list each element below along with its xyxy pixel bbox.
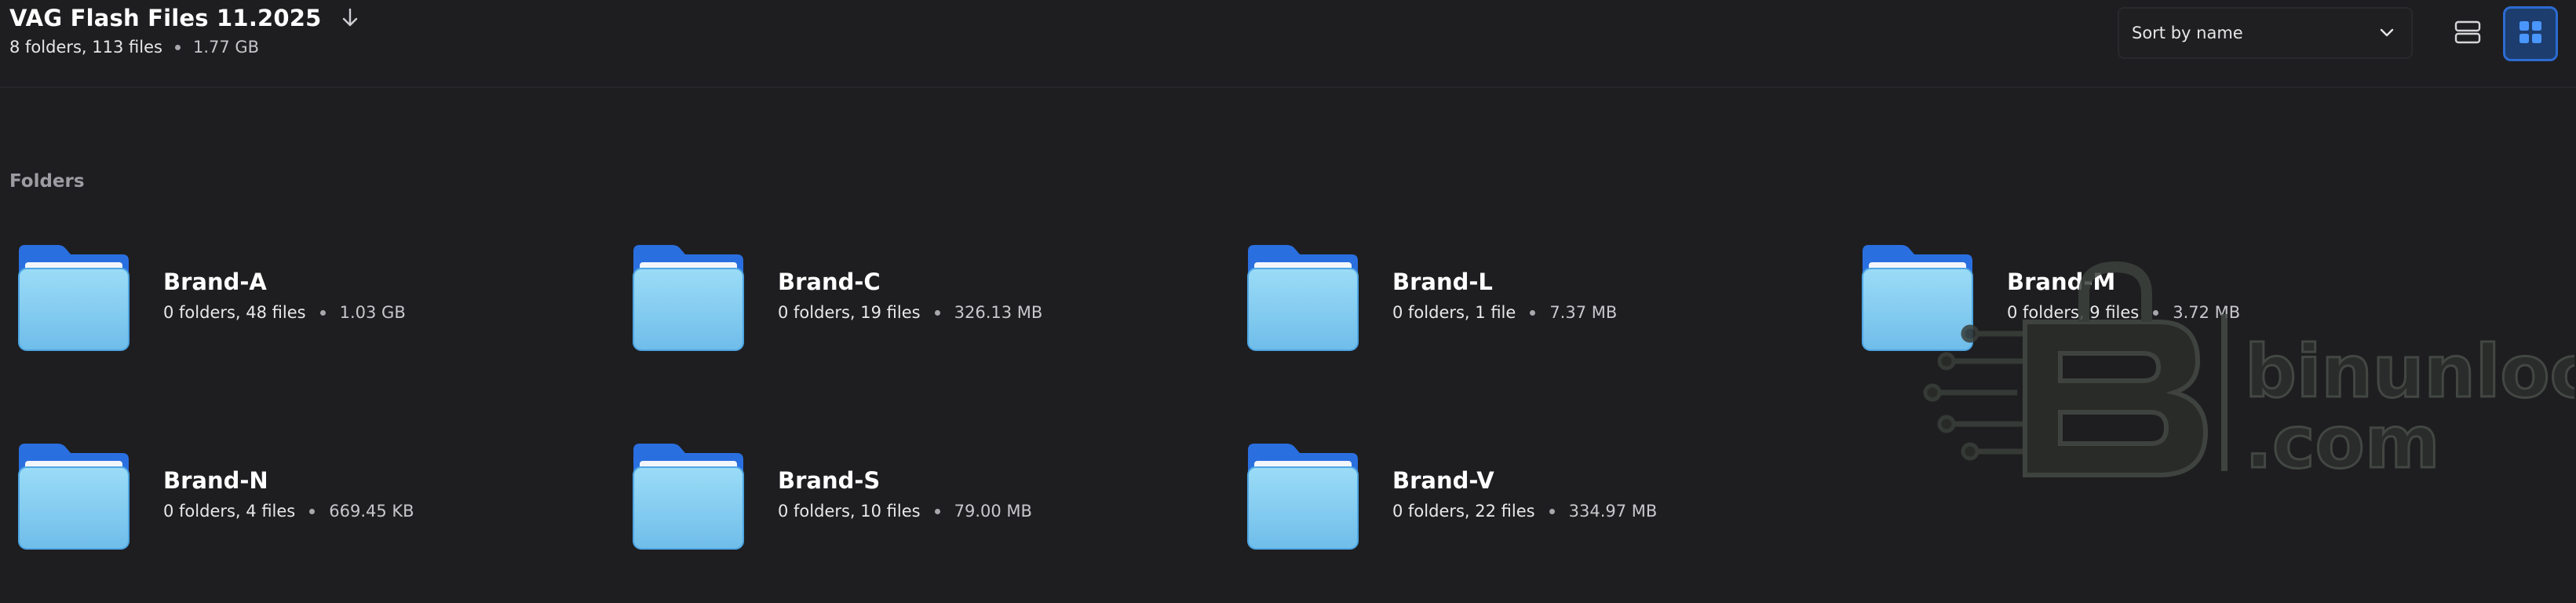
folder-name: Brand-M xyxy=(2007,269,2116,295)
separator-dot xyxy=(934,508,940,514)
folder-stats: 0 folders, 4 files xyxy=(163,502,296,521)
folder-card[interactable]: Brand-C 0 folders, 19 files 326.13 MB xyxy=(627,234,1042,356)
watermark-text-1: binunlock xyxy=(2245,330,2574,414)
folder-name: Brand-L xyxy=(1392,269,1493,295)
folder-icon xyxy=(1856,234,1979,356)
watermark-text-2: .com xyxy=(2245,400,2440,484)
folder-size: 1.03 GB xyxy=(339,303,406,322)
folder-icon xyxy=(627,234,750,356)
folder-card[interactable]: Brand-L 0 folders, 1 file 7.37 MB xyxy=(1242,234,1617,356)
folder-card[interactable]: Brand-V 0 folders, 22 files 334.97 MB xyxy=(1242,433,1657,555)
list-view-button[interactable] xyxy=(2440,6,2495,61)
folder-name: Brand-A xyxy=(163,269,267,295)
folder-stats: 0 folders, 19 files xyxy=(778,303,921,322)
folder-card[interactable]: Brand-S 0 folders, 10 files 79.00 MB xyxy=(627,433,1032,555)
folder-size: 3.72 MB xyxy=(2173,303,2241,322)
section-label-folders: Folders xyxy=(9,171,85,192)
folder-icon xyxy=(627,433,750,555)
folder-icon xyxy=(1242,234,1364,356)
folder-name: Brand-V xyxy=(1392,467,1494,494)
page-title: VAG Flash Files 11.2025 xyxy=(9,5,322,31)
separator-dot xyxy=(174,44,181,50)
folder-stats: 0 folders, 9 files xyxy=(2007,303,2140,322)
summary-size: 1.77 GB xyxy=(192,38,260,57)
folder-size: 7.37 MB xyxy=(1549,303,1618,322)
header: VAG Flash Files 11.2025 8 folders, 113 f… xyxy=(0,0,2576,88)
separator-dot xyxy=(1549,508,1555,514)
folder-stats: 0 folders, 48 files xyxy=(163,303,306,322)
folder-name: Brand-S xyxy=(778,467,881,494)
separator-dot xyxy=(319,309,326,316)
folder-size: 326.13 MB xyxy=(954,303,1043,322)
title-row: VAG Flash Files 11.2025 xyxy=(9,5,361,31)
folder-summary: 8 folders, 113 files 1.77 GB xyxy=(9,38,259,57)
folder-stats: 0 folders, 10 files xyxy=(778,502,921,521)
folder-size: 334.97 MB xyxy=(1568,502,1658,521)
folder-icon xyxy=(1242,433,1364,555)
folder-stats: 0 folders, 22 files xyxy=(1392,502,1535,521)
grid-view-icon xyxy=(2518,20,2543,48)
chevron-down-icon xyxy=(2380,26,2394,41)
folder-card[interactable]: Brand-A 0 folders, 48 files 1.03 GB xyxy=(13,234,406,356)
summary-stats: 8 folders, 113 files xyxy=(9,38,162,57)
folder-name: Brand-C xyxy=(778,269,881,295)
folder-stats: 0 folders, 1 file xyxy=(1392,303,1516,322)
folder-card[interactable]: Brand-M 0 folders, 9 files 3.72 MB xyxy=(1856,234,2240,356)
separator-dot xyxy=(934,309,940,316)
folder-name: Brand-N xyxy=(163,467,268,494)
sort-label: Sort by name xyxy=(2132,24,2243,42)
folder-icon xyxy=(13,433,135,555)
grid-view-button[interactable] xyxy=(2503,6,2558,61)
separator-dot xyxy=(1530,309,1536,316)
folder-card[interactable]: Brand-N 0 folders, 4 files 669.45 KB xyxy=(13,433,414,555)
list-view-icon xyxy=(2454,20,2481,47)
sort-dropdown[interactable]: Sort by name xyxy=(2118,7,2413,59)
separator-dot xyxy=(2153,309,2159,316)
folder-size: 79.00 MB xyxy=(954,502,1032,521)
separator-dot xyxy=(309,508,316,514)
download-icon[interactable] xyxy=(339,7,361,29)
folder-icon xyxy=(13,234,135,356)
folder-size: 669.45 KB xyxy=(329,502,414,521)
